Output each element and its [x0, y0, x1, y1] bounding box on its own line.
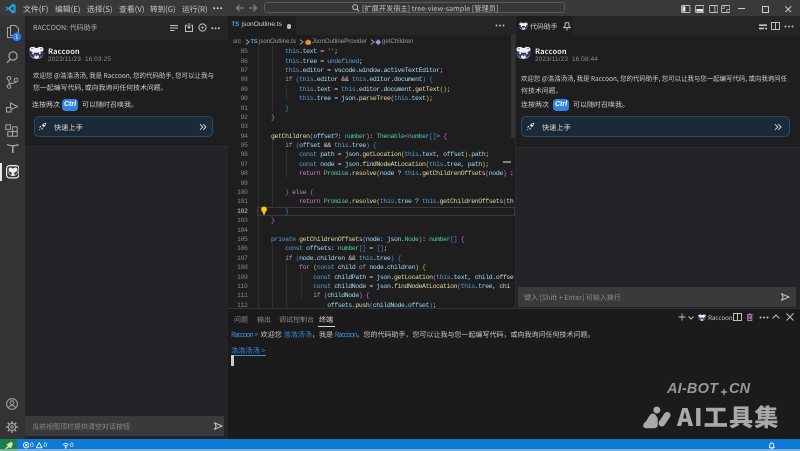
svg-text:1: 1	[15, 34, 19, 41]
